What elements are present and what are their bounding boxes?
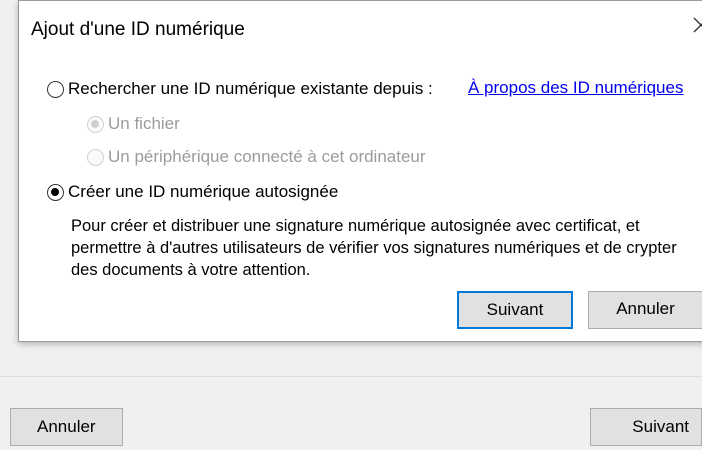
add-digital-id-dialog: Ajout d'une ID numérique Rechercher une … (18, 0, 702, 342)
option-search-existing-label: Rechercher une ID numérique existante de… (68, 79, 433, 98)
option-create-self-signed[interactable]: Créer une ID numérique autosignée (47, 182, 338, 202)
radio-create-self-signed[interactable] (47, 183, 64, 201)
radio-search-existing[interactable] (47, 80, 64, 98)
option-search-existing[interactable]: Rechercher une ID numérique existante de… (47, 79, 433, 99)
close-icon[interactable] (691, 15, 702, 35)
sub-option-file-label: Un fichier (108, 114, 180, 133)
create-description: Pour créer et distribuer une signature n… (71, 217, 677, 279)
sub-option-device: Un périphérique connecté à cet ordinateu… (87, 147, 426, 167)
background-separator (0, 376, 702, 377)
background-next-button[interactable]: Suivant (590, 408, 702, 446)
option-create-self-signed-label: Créer une ID numérique autosignée (68, 182, 339, 201)
radio-device (87, 148, 104, 166)
about-digital-ids-link[interactable]: À propos des ID numériques (468, 78, 683, 98)
background-cancel-button[interactable]: Annuler (10, 408, 123, 446)
next-button[interactable]: Suivant (457, 291, 573, 329)
dialog-title: Ajout d'une ID numérique (31, 19, 245, 40)
sub-option-device-label: Un périphérique connecté à cet ordinateu… (108, 147, 426, 166)
cancel-button[interactable]: Annuler (588, 291, 702, 329)
radio-file (87, 115, 104, 133)
sub-option-file: Un fichier (87, 114, 180, 134)
